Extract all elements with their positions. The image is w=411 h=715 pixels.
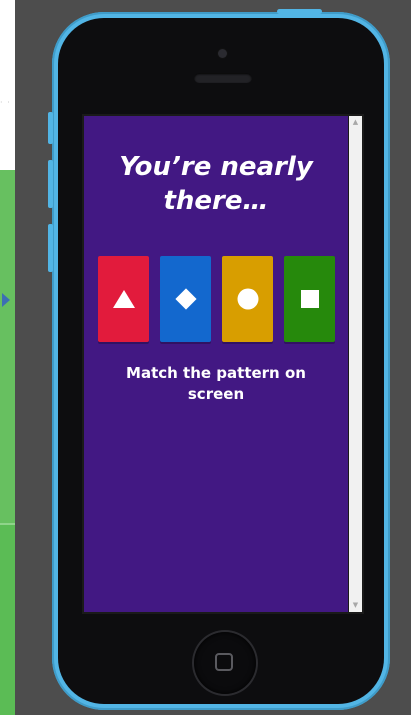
background-white-area — [0, 0, 15, 170]
tile-circle[interactable] — [222, 256, 273, 342]
answer-pattern — [98, 256, 338, 344]
mute-switch — [48, 112, 53, 144]
home-icon — [215, 653, 233, 671]
background-green-panel-lower — [0, 525, 15, 715]
power-button — [277, 9, 322, 14]
phone-device-frame: You’re nearly there… Match the pattern o… — [48, 9, 390, 710]
background-panel: · · · · — [0, 0, 15, 715]
volume-down-button — [48, 224, 53, 272]
page-title: You’re nearly there… — [119, 152, 313, 216]
scrollbar[interactable]: ▲ ▼ — [349, 116, 362, 612]
phone-bezel: You’re nearly there… Match the pattern o… — [58, 18, 384, 704]
circle-icon — [237, 288, 258, 310]
scroll-down-icon[interactable]: ▼ — [349, 599, 362, 612]
background-green-panel — [0, 170, 15, 523]
front-camera — [218, 49, 227, 58]
tile-diamond[interactable] — [160, 256, 211, 342]
triangle-icon — [112, 290, 135, 308]
game-screen: You’re nearly there… Match the pattern o… — [84, 116, 348, 612]
background-dots: · · · · — [0, 100, 11, 106]
diamond-icon — [174, 288, 197, 310]
volume-up-button — [48, 160, 53, 208]
phone-screen: You’re nearly there… Match the pattern o… — [82, 114, 364, 614]
square-icon — [300, 290, 319, 308]
tile-triangle[interactable] — [98, 256, 149, 342]
home-button[interactable] — [194, 632, 256, 694]
tile-square[interactable] — [284, 256, 335, 342]
earpiece-speaker — [194, 73, 252, 83]
chevron-right-icon[interactable] — [2, 293, 10, 307]
instruction-text: Match the pattern on screen — [126, 364, 306, 403]
scroll-up-icon[interactable]: ▲ — [349, 116, 362, 129]
